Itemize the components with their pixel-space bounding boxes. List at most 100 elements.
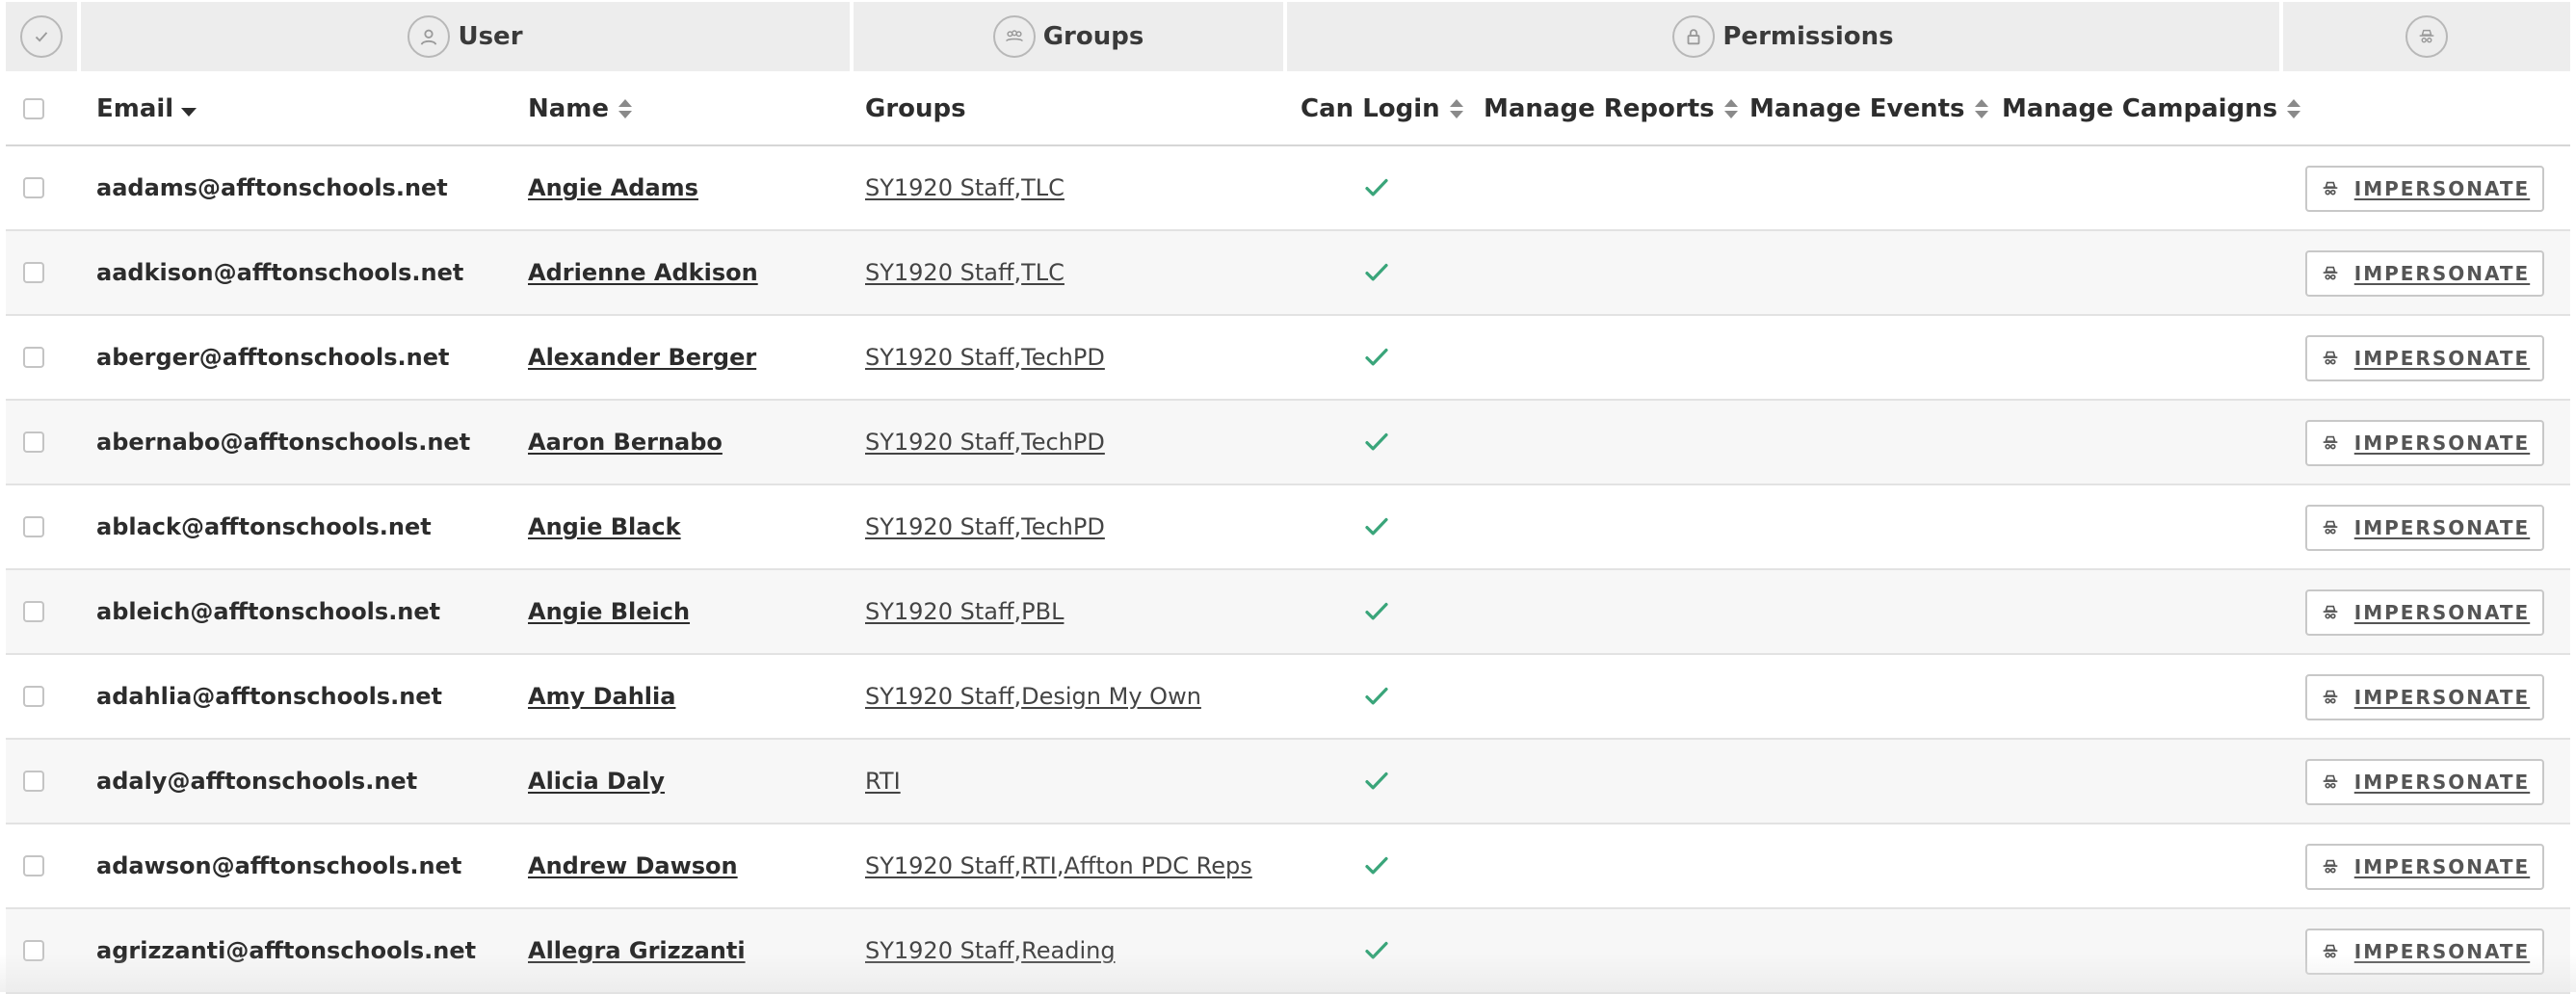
user-name-link[interactable]: Amy Dahlia — [528, 655, 675, 738]
group-link[interactable]: TLC — [1021, 259, 1065, 286]
user-groups: SY1920 Staff, RTI, Affton PDC Reps — [865, 824, 1252, 907]
user-email: aberger@afftonschools.net — [96, 344, 450, 371]
group-header-user-label: User — [458, 22, 523, 51]
group-link[interactable]: SY1920 Staff — [865, 429, 1014, 456]
impersonate-button[interactable]: IMPERSONATE — [2305, 420, 2544, 466]
column-manage-campaigns[interactable]: Manage Campaigns — [2002, 73, 2301, 144]
user-name-link[interactable]: Angie Bleich — [528, 570, 690, 653]
column-name[interactable]: Name — [528, 73, 633, 144]
group-separator: , — [1013, 259, 1022, 286]
column-manage-campaigns-label: Manage Campaigns — [2002, 94, 2278, 123]
check-circle-icon[interactable] — [20, 15, 63, 58]
group-separator: , — [1056, 852, 1065, 879]
sort-icon — [1449, 97, 1463, 120]
lock-icon — [1672, 15, 1716, 58]
impersonate-button[interactable]: IMPERSONATE — [2305, 844, 2544, 890]
group-link[interactable]: Affton PDC Reps — [1064, 852, 1251, 879]
row-checkbox[interactable] — [23, 432, 44, 453]
impersonate-button[interactable]: IMPERSONATE — [2305, 505, 2544, 551]
select-all-checkbox-cell — [23, 73, 44, 144]
user-email: adawson@afftonschools.net — [96, 852, 462, 879]
table-row: ableich@afftonschools.net Angie Bleich S… — [6, 570, 2570, 655]
impersonate-button[interactable]: IMPERSONATE — [2305, 589, 2544, 636]
select-all-checkbox[interactable] — [23, 98, 44, 119]
user-email: adahlia@afftonschools.net — [96, 683, 443, 710]
can-login-check-icon — [1362, 316, 1391, 399]
user-name-link[interactable]: Alexander Berger — [528, 316, 756, 399]
group-link[interactable]: SY1920 Staff — [865, 598, 1014, 625]
group-link[interactable]: SY1920 Staff — [865, 852, 1014, 879]
impersonate-button[interactable]: IMPERSONATE — [2305, 929, 2544, 975]
group-header-row: User Groups Permissions — [0, 0, 2576, 73]
user-name-link[interactable]: Angie Adams — [528, 146, 698, 229]
row-checkbox[interactable] — [23, 771, 44, 792]
group-separator: , — [1013, 513, 1022, 540]
group-link[interactable]: SY1920 Staff — [865, 937, 1014, 964]
column-can-login[interactable]: Can Login — [1301, 73, 1463, 144]
impersonate-button[interactable]: IMPERSONATE — [2305, 250, 2544, 297]
impersonate-button[interactable]: IMPERSONATE — [2305, 335, 2544, 381]
user-name-link[interactable]: Angie Black — [528, 485, 681, 568]
group-link[interactable]: Design My Own — [1021, 683, 1201, 710]
can-login-check-icon — [1362, 401, 1391, 484]
group-link[interactable]: TechPD — [1021, 513, 1105, 540]
sort-icon — [618, 97, 633, 120]
user-groups: RTI — [865, 740, 901, 823]
sort-desc-icon — [181, 107, 197, 117]
user-groups: SY1920 Staff, TechPD — [865, 316, 1105, 399]
column-name-label: Name — [528, 94, 610, 123]
group-separator: , — [1013, 429, 1022, 456]
impersonate-button[interactable]: IMPERSONATE — [2305, 166, 2544, 212]
group-link[interactable]: SY1920 Staff — [865, 174, 1014, 201]
user-name-link[interactable]: Alicia Daly — [528, 740, 665, 823]
user-name-link[interactable]: Andrew Dawson — [528, 824, 738, 907]
group-link[interactable]: SY1920 Staff — [865, 513, 1014, 540]
can-login-check-icon — [1362, 909, 1391, 992]
group-link[interactable]: SY1920 Staff — [865, 259, 1014, 286]
row-checkbox[interactable] — [23, 347, 44, 368]
column-manage-events-label: Manage Events — [1749, 94, 1965, 123]
group-link[interactable]: TLC — [1021, 174, 1065, 201]
group-header-groups: Groups — [854, 2, 1283, 71]
user-name-link[interactable]: Adrienne Adkison — [528, 231, 758, 314]
row-checkbox-cell — [23, 655, 44, 738]
group-link[interactable]: SY1920 Staff — [865, 344, 1014, 371]
group-link[interactable]: RTI — [865, 768, 901, 795]
group-link[interactable]: TechPD — [1021, 344, 1105, 371]
group-link[interactable]: Reading — [1021, 937, 1115, 964]
row-checkbox[interactable] — [23, 686, 44, 707]
can-login-check-icon — [1362, 570, 1391, 653]
user-groups: SY1920 Staff, TLC — [865, 231, 1065, 314]
row-checkbox[interactable] — [23, 601, 44, 622]
row-checkbox-cell — [23, 485, 44, 568]
user-groups: SY1920 Staff, TechPD — [865, 485, 1105, 568]
column-header-row: Email Name Groups Can Login Manage Repor… — [6, 73, 2570, 146]
column-email-label: Email — [96, 94, 174, 123]
impersonate-button[interactable]: IMPERSONATE — [2305, 759, 2544, 805]
group-link[interactable]: PBL — [1021, 598, 1064, 625]
impersonate-button-label: IMPERSONATE — [2353, 262, 2531, 285]
impersonate-button-label: IMPERSONATE — [2353, 347, 2531, 370]
impersonate-button[interactable]: IMPERSONATE — [2305, 674, 2544, 720]
user-name-link[interactable]: Allegra Grizzanti — [528, 909, 746, 992]
spy-icon — [2323, 266, 2338, 280]
row-checkbox[interactable] — [23, 516, 44, 537]
row-checkbox[interactable] — [23, 855, 44, 876]
column-groups: Groups — [865, 73, 966, 144]
user-name-link[interactable]: Aaron Bernabo — [528, 401, 723, 484]
row-checkbox[interactable] — [23, 177, 44, 198]
table-row: adaly@afftonschools.net Alicia Daly RTI … — [6, 740, 2570, 824]
can-login-check-icon — [1362, 146, 1391, 229]
row-checkbox[interactable] — [23, 262, 44, 283]
spy-icon — [2323, 181, 2338, 196]
group-link[interactable]: RTI — [1021, 852, 1057, 879]
table-row: adahlia@afftonschools.net Amy Dahlia SY1… — [6, 655, 2570, 740]
row-checkbox[interactable] — [23, 940, 44, 961]
column-manage-events[interactable]: Manage Events — [1749, 73, 1988, 144]
sort-icon — [1723, 97, 1738, 120]
table-row: aadkison@afftonschools.net Adrienne Adki… — [6, 231, 2570, 316]
column-manage-reports[interactable]: Manage Reports — [1484, 73, 1738, 144]
group-link[interactable]: TechPD — [1021, 429, 1105, 456]
column-email[interactable]: Email — [96, 73, 197, 144]
group-link[interactable]: SY1920 Staff — [865, 683, 1014, 710]
